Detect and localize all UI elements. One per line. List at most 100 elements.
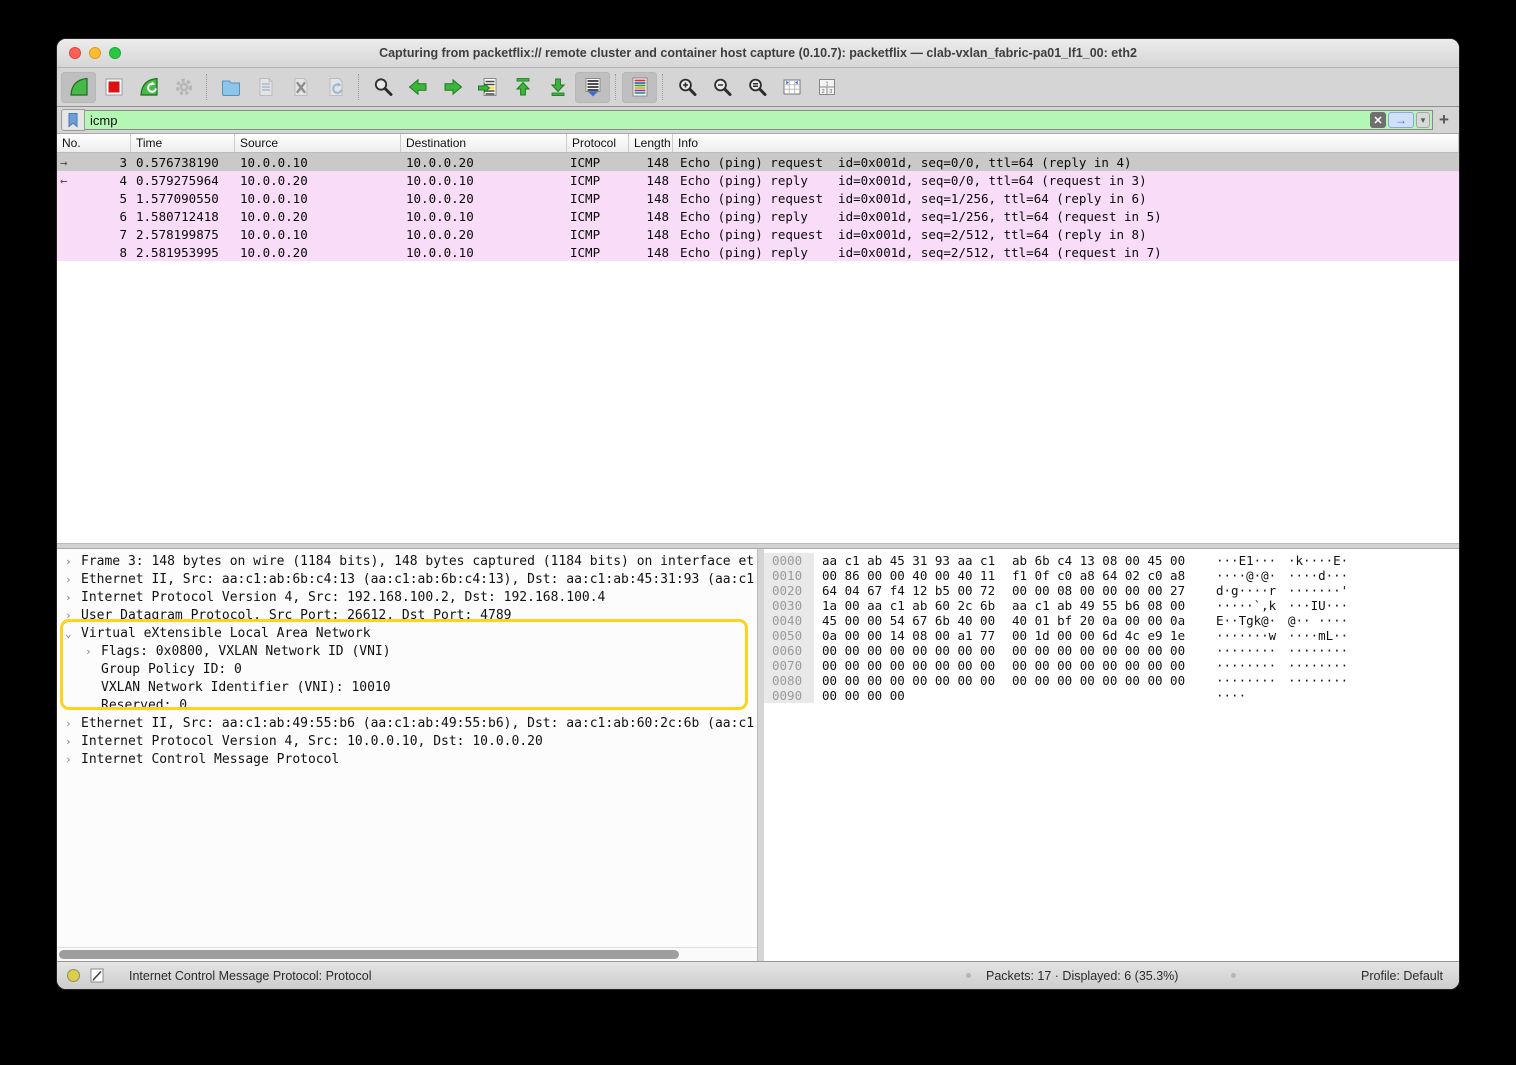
- detail-tree-row[interactable]: Group Policy ID: 0: [57, 661, 757, 679]
- hex-row[interactable]: 0050 0a 00 00 14 08 00 a1 77 00 1d 00 00…: [764, 628, 1459, 643]
- detail-text: Internet Protocol Version 4, Src: 192.16…: [81, 590, 605, 605]
- filter-bookmark-button[interactable]: [61, 109, 85, 131]
- column-header-info[interactable]: Info: [673, 134, 1459, 152]
- start-capture-button[interactable]: [61, 72, 96, 103]
- filter-add-button[interactable]: +: [1433, 110, 1455, 130]
- packet-row[interactable]: 6 1.580712418 10.0.0.20 10.0.0.10 ICMP 1…: [57, 207, 1459, 225]
- go-to-packet-button[interactable]: [470, 72, 505, 103]
- expand-chevron-icon[interactable]: ›: [65, 607, 81, 625]
- detail-tree-row[interactable]: Reserved: 0: [57, 697, 757, 715]
- hex-row[interactable]: 0000 aa c1 ab 45 31 93 aa c1 ab 6b c4 13…: [764, 553, 1459, 568]
- detail-tree-row[interactable]: ›Ethernet II, Src: aa:c1:ab:6b:c4:13 (aa…: [57, 571, 757, 589]
- close-file-button[interactable]: [283, 72, 318, 103]
- detail-tree-row[interactable]: ›Ethernet II, Src: aa:c1:ab:49:55:b6 (aa…: [57, 715, 757, 733]
- scrollbar-thumb[interactable]: [59, 950, 679, 959]
- packet-source: 10.0.0.10: [235, 191, 401, 206]
- packet-row[interactable]: →3 0.576738190 10.0.0.10 10.0.0.20 ICMP …: [57, 153, 1459, 171]
- layout-chooser-button[interactable]: 123: [809, 72, 844, 103]
- column-header-protocol[interactable]: Protocol: [567, 134, 629, 152]
- last-packet-button[interactable]: [540, 72, 575, 103]
- profile-text[interactable]: Profile: Default: [1361, 969, 1443, 983]
- go-forward-button[interactable]: [435, 72, 470, 103]
- restart-capture-button[interactable]: [131, 72, 166, 103]
- expand-chevron-icon[interactable]: [85, 679, 101, 697]
- column-header-source[interactable]: Source: [235, 134, 401, 152]
- filter-apply-button[interactable]: →: [1388, 112, 1414, 128]
- find-packet-button[interactable]: [365, 72, 400, 103]
- column-header-length[interactable]: Length: [629, 134, 673, 152]
- filter-dropdown-button[interactable]: ▾: [1416, 112, 1430, 128]
- expand-chevron-icon[interactable]: ›: [65, 553, 81, 571]
- detail-tree-row[interactable]: ⌄Virtual eXtensible Local Area Network: [57, 625, 757, 643]
- expert-info-button[interactable]: [67, 969, 80, 982]
- packet-destination: 10.0.0.20: [401, 227, 567, 242]
- zoom-out-button[interactable]: [704, 72, 739, 103]
- detail-tree-row[interactable]: ›Internet Control Message Protocol: [57, 751, 757, 769]
- main-toolbar: 123: [57, 68, 1459, 107]
- expand-chevron-icon[interactable]: ›: [65, 751, 81, 769]
- detail-horizontal-scrollbar[interactable]: [57, 947, 757, 961]
- expand-chevron-icon[interactable]: [85, 697, 101, 715]
- detail-tree-row[interactable]: VXLAN Network Identifier (VNI): 10010: [57, 679, 757, 697]
- filter-clear-button[interactable]: ✕: [1370, 112, 1386, 128]
- column-header-destination[interactable]: Destination: [401, 134, 567, 152]
- detail-tree-row[interactable]: ›Internet Protocol Version 4, Src: 10.0.…: [57, 733, 757, 751]
- expand-chevron-icon[interactable]: ›: [65, 733, 81, 751]
- hex-row[interactable]: 0090 00 00 00 00 ····: [764, 688, 1459, 703]
- packet-row[interactable]: 7 2.578199875 10.0.0.10 10.0.0.20 ICMP 1…: [57, 225, 1459, 243]
- column-header-time[interactable]: Time: [131, 134, 235, 152]
- hex-offset: 0080: [764, 673, 814, 688]
- expand-chevron-icon[interactable]: ›: [85, 643, 101, 661]
- zoom-in-button[interactable]: [669, 72, 704, 103]
- column-header-no[interactable]: No.: [57, 134, 131, 152]
- first-packet-button[interactable]: [505, 72, 540, 103]
- capture-options-button[interactable]: [166, 72, 201, 103]
- close-file-icon: [289, 75, 313, 99]
- save-file-button[interactable]: [248, 72, 283, 103]
- zoom-window-button[interactable]: [109, 47, 121, 59]
- screen: { "window": { "title": "Capturing from p…: [0, 0, 1516, 1065]
- go-back-button[interactable]: [400, 72, 435, 103]
- display-filter-input[interactable]: [85, 110, 1370, 130]
- auto-scroll-button[interactable]: [575, 72, 610, 103]
- stop-capture-button[interactable]: [96, 72, 131, 103]
- hex-bytes-left: 00 00 00 00 00 00 00 00: [822, 643, 996, 658]
- detail-tree-row[interactable]: ›Internet Protocol Version 4, Src: 192.1…: [57, 589, 757, 607]
- close-window-button[interactable]: [69, 47, 81, 59]
- hex-row[interactable]: 0010 00 86 00 00 40 00 40 11 f1 0f c0 a8…: [764, 568, 1459, 583]
- capture-comment-icon[interactable]: [90, 968, 105, 983]
- packet-destination: 10.0.0.20: [401, 191, 567, 206]
- title-bar[interactable]: Capturing from packetflix:// remote clus…: [57, 39, 1459, 68]
- expand-chevron-icon[interactable]: [85, 661, 101, 679]
- minimize-window-button[interactable]: [89, 47, 101, 59]
- open-file-button[interactable]: [213, 72, 248, 103]
- reload-file-button[interactable]: [318, 72, 353, 103]
- hex-row[interactable]: 0040 45 00 00 54 67 6b 40 00 40 01 bf 20…: [764, 613, 1459, 628]
- packet-number: 4: [119, 173, 127, 188]
- packet-detail-pane: ›Frame 3: 148 bytes on wire (1184 bits),…: [57, 549, 758, 961]
- reload-file-icon: [324, 75, 348, 99]
- resize-columns-button[interactable]: [774, 72, 809, 103]
- expand-chevron-icon[interactable]: ›: [65, 715, 81, 733]
- hex-row[interactable]: 0020 64 04 67 f4 12 b5 00 72 00 00 08 00…: [764, 583, 1459, 598]
- hex-row[interactable]: 0070 00 00 00 00 00 00 00 00 00 00 00 00…: [764, 658, 1459, 673]
- detail-tree-row[interactable]: ›User Datagram Protocol, Src Port: 26612…: [57, 607, 757, 625]
- expand-chevron-icon[interactable]: ›: [65, 589, 81, 607]
- packet-protocol: ICMP: [567, 227, 629, 242]
- expand-chevron-icon[interactable]: ⌄: [65, 625, 81, 643]
- expand-chevron-icon[interactable]: ›: [65, 571, 81, 589]
- packet-row[interactable]: 8 2.581953995 10.0.0.20 10.0.0.10 ICMP 1…: [57, 243, 1459, 261]
- packet-row[interactable]: 5 1.577090550 10.0.0.10 10.0.0.20 ICMP 1…: [57, 189, 1459, 207]
- packet-time: 0.576738190: [131, 155, 235, 170]
- detail-tree-row[interactable]: ›Frame 3: 148 bytes on wire (1184 bits),…: [57, 553, 757, 571]
- zoom-reset-button[interactable]: [739, 72, 774, 103]
- detail-tree-row[interactable]: ›Flags: 0x0800, VXLAN Network ID (VNI): [57, 643, 757, 661]
- packet-row[interactable]: ←4 0.579275964 10.0.0.20 10.0.0.10 ICMP …: [57, 171, 1459, 189]
- status-separator-dot: [1231, 973, 1236, 978]
- colorize-button[interactable]: [622, 72, 657, 103]
- hex-bytes-right: 00 00 00 00 00 00 00 00: [1012, 673, 1186, 688]
- hex-row[interactable]: 0030 1a 00 aa c1 ab 60 2c 6b aa c1 ab 49…: [764, 598, 1459, 613]
- hex-row[interactable]: 0080 00 00 00 00 00 00 00 00 00 00 00 00…: [764, 673, 1459, 688]
- hex-row[interactable]: 0060 00 00 00 00 00 00 00 00 00 00 00 00…: [764, 643, 1459, 658]
- filter-bar: ✕ → ▾ +: [57, 107, 1459, 134]
